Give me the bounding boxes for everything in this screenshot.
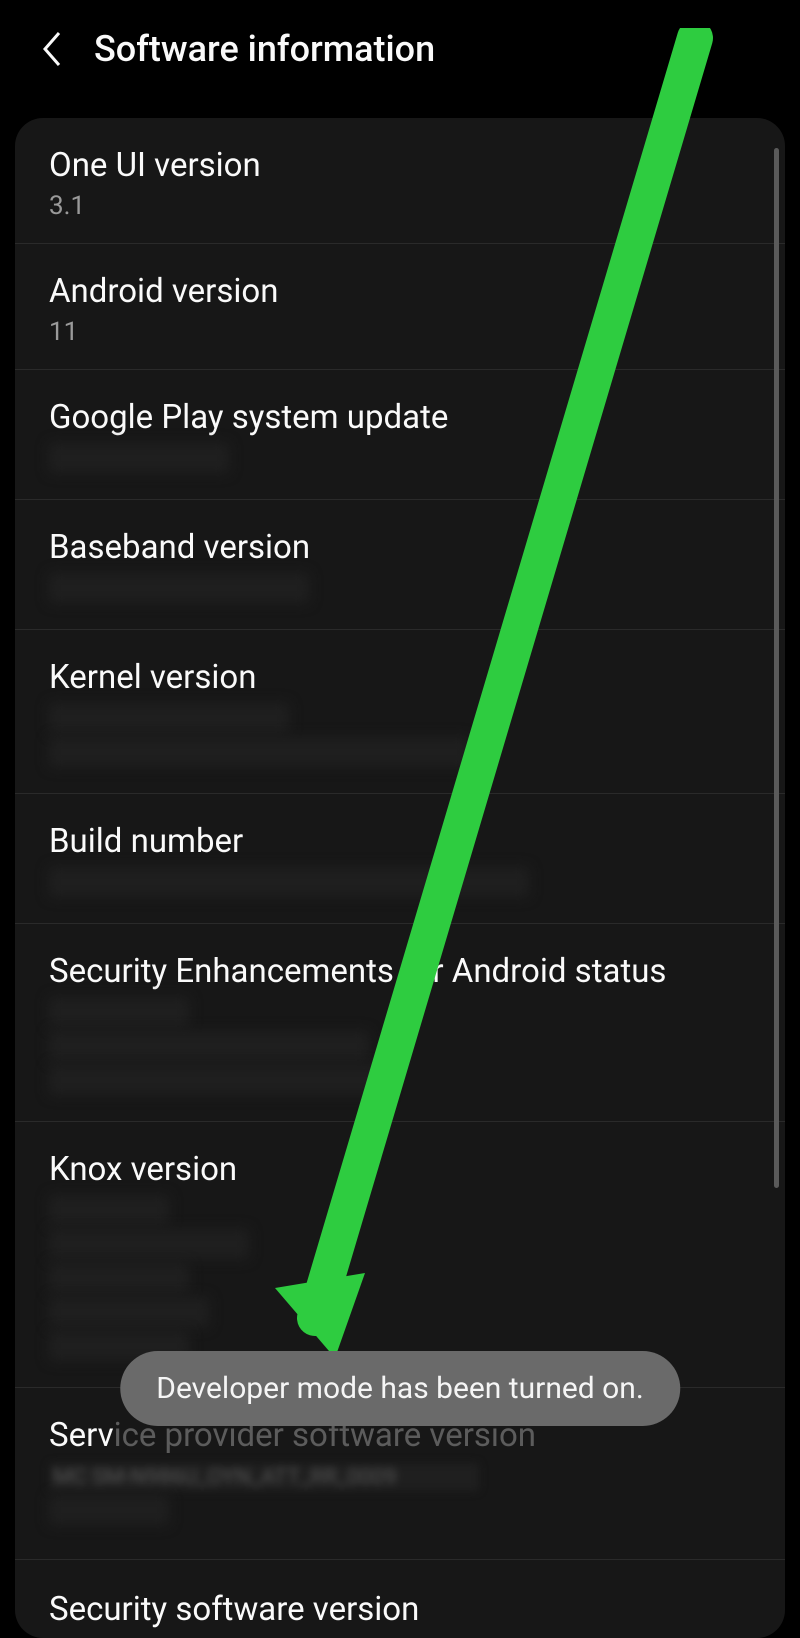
item-value xyxy=(49,443,751,473)
page-title: Software information xyxy=(94,28,435,70)
item-title: Security software version xyxy=(49,1590,751,1629)
item-google-play-update[interactable]: Google Play system update xyxy=(15,370,785,500)
back-icon[interactable] xyxy=(40,29,64,69)
item-one-ui-version[interactable]: One UI version 3.1 xyxy=(15,118,785,244)
item-title: Security Enhancements for Android status xyxy=(49,952,751,991)
item-title: Baseband version xyxy=(49,528,751,567)
item-android-version[interactable]: Android version 11 xyxy=(15,244,785,370)
item-value: 11 xyxy=(49,317,751,347)
item-kernel-version[interactable]: Kernel version xyxy=(15,630,785,794)
item-security-software[interactable]: Security software version xyxy=(15,1560,785,1638)
scrollbar[interactable] xyxy=(774,148,779,1188)
item-title: Kernel version xyxy=(49,658,751,697)
item-value xyxy=(49,703,751,767)
item-value: MC SM-N986U_OYN_ATT_RR_0009 xyxy=(49,1461,751,1525)
item-value xyxy=(49,573,751,603)
item-title: One UI version xyxy=(49,146,751,185)
item-title: Knox version xyxy=(49,1150,751,1189)
item-title: Google Play system update xyxy=(49,398,751,437)
item-value xyxy=(49,997,751,1095)
toast: Developer mode has been turned on. xyxy=(120,1351,680,1426)
item-security-enhancements[interactable]: Security Enhancements for Android status xyxy=(15,924,785,1122)
header: Software information xyxy=(0,0,800,98)
item-title: Android version xyxy=(49,272,751,311)
toast-message: Developer mode has been turned on. xyxy=(156,1371,644,1406)
item-value xyxy=(49,1195,751,1361)
item-knox-version[interactable]: Knox version xyxy=(15,1122,785,1388)
item-value xyxy=(49,867,751,897)
item-title: Build number xyxy=(49,822,751,861)
item-value: 3.1 xyxy=(49,191,751,221)
item-build-number[interactable]: Build number xyxy=(15,794,785,924)
item-baseband-version[interactable]: Baseband version xyxy=(15,500,785,630)
